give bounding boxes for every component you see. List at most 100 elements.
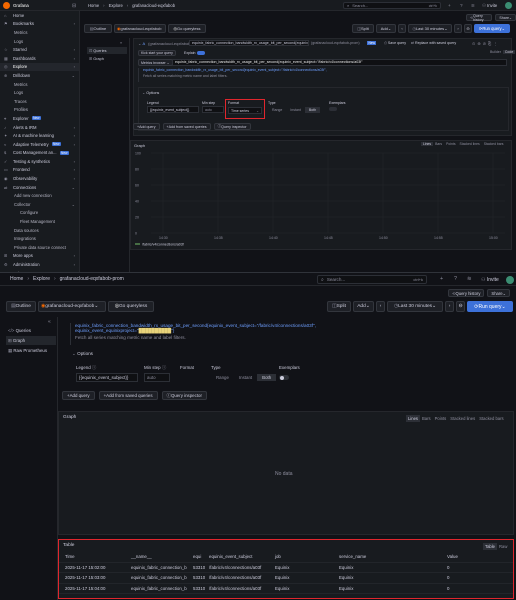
chevron-icon[interactable]: › [74, 262, 75, 267]
graph-mode-stacked-lines[interactable]: Stacked lines [458, 142, 482, 146]
sidebar-item-testing-synthetics[interactable]: ✓ Testing & synthetics › [0, 157, 79, 166]
options-toggle[interactable]: ⌄ Options [72, 351, 93, 357]
save-query-button[interactable]: ⎙ Save query [384, 41, 406, 45]
add-button[interactable]: Add ⌄ [353, 301, 374, 312]
table-column-header[interactable]: Value [447, 554, 458, 559]
table-column-header[interactable]: equinix_event_subject [209, 554, 252, 559]
sidebar-item-private-data-source-connect[interactable]: Private data source connect [0, 243, 79, 252]
help-icon[interactable]: ? [460, 3, 463, 8]
exemplars-toggle[interactable] [329, 107, 337, 111]
sidebar-item-home[interactable]: ⌂ Home [0, 11, 79, 20]
sidebar-item-configure[interactable]: Configure [0, 209, 79, 218]
sidebar-item-dashboards[interactable]: ▦ Dashboards › [0, 54, 79, 63]
graph-mode-points[interactable]: Points [433, 416, 449, 421]
replace-saved-query-button[interactable]: ⇄ Replace with saved query [411, 41, 456, 45]
sidebar-item-data-sources[interactable]: Data sources [0, 226, 79, 235]
outline-item-queries[interactable]: ⊡ Queries [87, 47, 127, 54]
chevron-icon[interactable]: ⌄ [72, 185, 75, 190]
chevron-icon[interactable]: › [74, 159, 75, 164]
type-both[interactable]: Both [257, 374, 277, 381]
run-query-button[interactable]: ⟳ Run query ⌄ [467, 301, 513, 312]
metrics-browser-button[interactable]: Metrics browser ⌄ [138, 59, 173, 66]
sidebar-item-explore[interactable]: ◎ Explore › [0, 62, 79, 72]
news-icon[interactable]: ≋ [471, 3, 475, 9]
sidebar-item-metrics[interactable]: Metrics [0, 80, 79, 89]
avatar[interactable] [505, 2, 512, 9]
graph-mode-bars[interactable]: Bars [420, 416, 433, 421]
minstep-input[interactable]: auto [202, 106, 224, 113]
sidebar-item-ai-machine-learning[interactable]: ✦ AI & machine learning › [0, 131, 79, 140]
outline-button[interactable]: ▤ Outline [84, 24, 112, 33]
sidebar-item-explorer[interactable]: ⌖ Explorer New [0, 114, 79, 123]
graph-mode-stacked-lines[interactable]: Stacked lines [448, 416, 477, 421]
bottom-search-input[interactable]: ⌕ Search... ctrl+k [317, 275, 427, 284]
time-forward-button[interactable]: › [445, 301, 454, 312]
legend-input[interactable]: {{equinix_event_subject}} [76, 373, 138, 382]
sidebar-item-administration[interactable]: ⚙ Administration › [0, 260, 79, 269]
collapse-outline-icon[interactable]: « [48, 319, 51, 325]
table-column-header[interactable]: job [275, 554, 281, 559]
plus-icon[interactable]: + [448, 3, 451, 8]
sidebar-item-more-apps[interactable]: ⊞ More apps › [0, 252, 79, 261]
chevron-icon[interactable]: › [74, 47, 75, 52]
graph-mode-stacked-bars[interactable]: Stacked bars [482, 142, 506, 146]
breadcrumb-home[interactable]: Home [10, 276, 23, 282]
sidebar-item-alerts-irm[interactable]: ♪ Alerts & IRM › [0, 123, 79, 132]
add-button[interactable]: Add ⌄ [376, 24, 396, 33]
sidebar-item-integrations[interactable]: Integrations [0, 234, 79, 243]
add-saved-query-button[interactable]: + Add from saved queries [162, 123, 211, 130]
sidebar-item-bookmarks[interactable]: ⚑ Bookmarks › [0, 20, 79, 29]
type-range[interactable]: Range [211, 375, 234, 380]
zoom-out-button[interactable]: ⊖ [464, 24, 472, 33]
go-queryless-button[interactable]: ◎ Go queryless [108, 301, 154, 312]
sidebar-item-logs[interactable]: Logs [0, 88, 79, 97]
split-button[interactable]: ◫ Split [327, 301, 351, 312]
sidebar-item-observability[interactable]: ◉ Observability › [0, 174, 79, 183]
time-back-button[interactable]: ‹ [376, 301, 385, 312]
chevron-icon[interactable]: ⌄ [72, 202, 75, 207]
chevron-icon[interactable]: › [74, 176, 75, 181]
add-query-button[interactable]: + Add query [62, 391, 95, 400]
query-history-button[interactable]: ⟲ Query history [448, 289, 485, 297]
table-column-header[interactable]: service_name [339, 554, 366, 559]
invite-button[interactable]: ⚇ Invite [482, 3, 497, 9]
share-button[interactable]: Share ⌄ [495, 14, 516, 21]
sidebar-item-starred[interactable]: ☆ Starred › [0, 45, 79, 54]
sidebar-item-connections[interactable]: ⇌ Connections ⌄ [0, 183, 79, 192]
chevron-icon[interactable]: › [74, 167, 75, 172]
table-mode-raw[interactable]: Raw [497, 544, 509, 549]
chevron-icon[interactable]: › [74, 64, 75, 69]
code-mode[interactable]: Code [502, 50, 516, 54]
graph-mode-points[interactable]: Points [444, 142, 457, 146]
type-instant[interactable]: Instant [286, 108, 305, 112]
chevron-icon[interactable]: ⌄ [72, 73, 75, 78]
split-button[interactable]: ◫ Split [352, 24, 374, 33]
exemplars-toggle[interactable] [279, 375, 289, 380]
outline-item-graph[interactable]: ⊞ Graph [6, 336, 56, 345]
news-icon[interactable]: ≋ [467, 276, 472, 282]
datasource-picker[interactable]: ◉ grafanacloud-eqxfabob ⌄ [38, 301, 106, 312]
type-range[interactable]: Range [268, 108, 286, 112]
share-button[interactable]: Share ⌄ [487, 289, 511, 297]
table-mode-table[interactable]: Table [483, 543, 498, 550]
invite-button[interactable]: ⚇ Invite [481, 277, 499, 283]
breadcrumb-explore[interactable]: Explore [109, 3, 123, 8]
type-instant[interactable]: Instant [234, 375, 257, 380]
sidebar-item-logs[interactable]: Logs [0, 37, 79, 46]
legend-input[interactable]: {{equinix_event_subject}} [147, 106, 199, 113]
sidebar-item-fleet-management[interactable]: Fleet Management [0, 217, 79, 226]
query-history-button[interactable]: ⟲ Query history [466, 14, 493, 22]
builder-mode[interactable]: Builder [488, 50, 503, 54]
time-range-picker[interactable]: ◷ Last 30 minutes ⌄ [387, 301, 443, 312]
go-queryless-button[interactable]: ◎ Go queryless [168, 24, 206, 33]
query-inspector-button[interactable]: ⓘ Query inspector [161, 391, 207, 400]
table-column-header[interactable]: equi [193, 554, 201, 559]
table-column-header[interactable]: Time [65, 554, 75, 559]
query-code-field[interactable]: equinix_fabric_connection_bandwidth_rx_u… [172, 59, 507, 66]
chevron-icon[interactable]: › [74, 125, 75, 130]
plus-icon[interactable]: + [440, 276, 443, 282]
avatar[interactable] [506, 275, 514, 284]
help-icon[interactable]: ? [454, 276, 457, 282]
breadcrumb-home[interactable]: Home [88, 3, 99, 8]
sidebar-item-frontend[interactable]: ▭ Frontend › [0, 166, 79, 175]
